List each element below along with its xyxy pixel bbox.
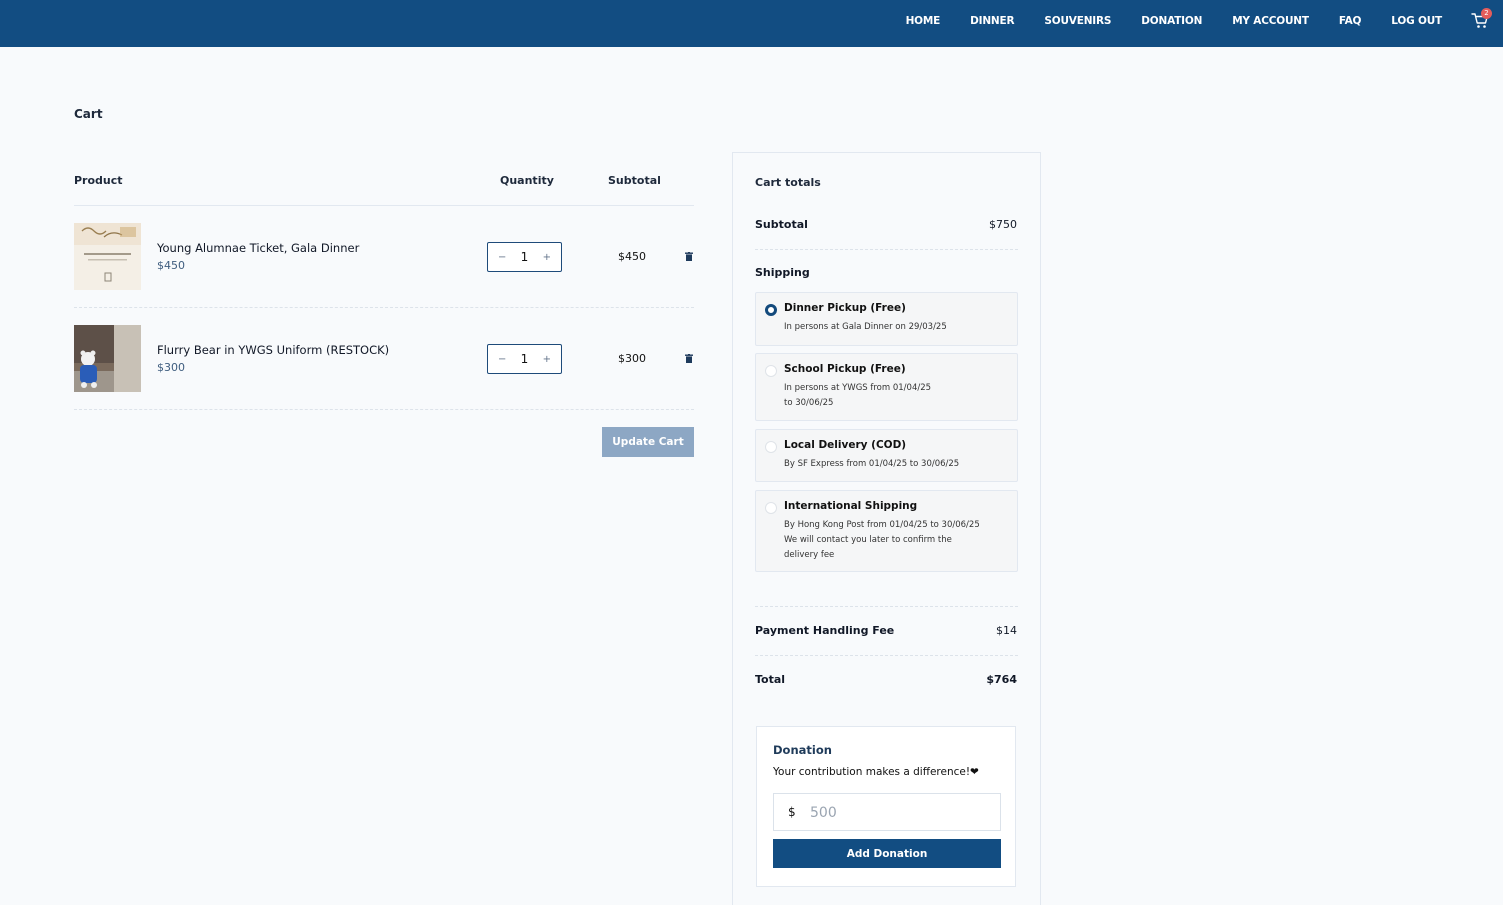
nav-log-out[interactable]: LOG OUT [1391,15,1442,27]
shipping-option-description: By SF Express from 01/04/25 to 30/06/25 [784,459,960,469]
line-subtotal: $450 [618,250,646,263]
nav-home[interactable]: HOME [906,15,941,27]
column-header-quantity: Quantity [500,174,554,187]
radio-button[interactable] [765,502,777,514]
page-title: Cart [74,107,103,121]
shipping-option-dinner-pickup[interactable]: Dinner Pickup (Free) In persons at Gala … [755,292,1018,346]
quantity-decrease-button[interactable]: − [498,354,506,365]
shipping-option-local-delivery[interactable]: Local Delivery (COD) By SF Express from … [755,429,1018,482]
product-thumbnail-gala-ticket[interactable] [74,223,141,290]
payment-fee-value: $14 [996,624,1017,637]
shipping-option-title: International Shipping [784,500,918,512]
currency-symbol: $ [788,805,796,819]
nav-faq[interactable]: FAQ [1339,15,1362,27]
radio-button[interactable] [765,365,777,377]
shipping-option-school-pickup[interactable]: School Pickup (Free) In persons at YWGS … [755,353,1018,421]
donation-amount-input[interactable] [810,801,990,825]
quantity-decrease-button[interactable]: − [498,252,506,263]
trash-icon[interactable] [685,354,693,363]
total-value: $764 [986,673,1017,686]
nav-dinner[interactable]: DINNER [970,15,1014,27]
shipping-option-title: Local Delivery (COD) [784,439,907,451]
quantity-increase-button[interactable]: + [543,252,551,263]
update-cart-button[interactable]: Update Cart [602,427,694,457]
quantity-stepper: − 1 + [487,344,562,374]
trash-icon[interactable] [685,252,693,261]
line-subtotal: $300 [618,352,646,365]
quantity-value[interactable]: 1 [521,352,529,366]
shipping-option-international[interactable]: International Shipping By Hong Kong Post… [755,490,1018,572]
donation-amount-field[interactable]: $ [773,793,1001,831]
donation-subtitle: Your contribution makes a difference!❤ [773,766,979,778]
payment-fee-label: Payment Handling Fee [755,624,895,637]
totals-divider [755,606,1018,607]
subtotal-value: $750 [989,218,1017,231]
radio-button[interactable] [765,441,777,453]
top-navigation-bar: HOME DINNER SOUVENIRS DONATION MY ACCOUN… [0,0,1503,47]
donation-box: Donation Your contribution makes a diffe… [756,726,1016,887]
shipping-label: Shipping [755,266,810,279]
shipping-option-title: Dinner Pickup (Free) [784,302,906,314]
product-thumbnail-flurry-bear[interactable] [74,325,141,392]
add-donation-button[interactable]: Add Donation [773,839,1001,868]
nav-souvenirs[interactable]: SOUVENIRS [1044,15,1111,27]
totals-divider [755,249,1018,250]
subtotal-label: Subtotal [755,218,808,231]
cart-count-badge: 2 [1481,8,1492,19]
shipping-option-description: By Hong Kong Post from 01/04/25 to 30/06… [784,520,980,560]
radio-button[interactable] [765,304,777,316]
product-name[interactable]: Young Alumnae Ticket, Gala Dinner [157,241,359,255]
total-label: Total [755,673,786,686]
quantity-increase-button[interactable]: + [543,354,551,365]
row-divider [74,409,694,410]
product-name[interactable]: Flurry Bear in YWGS Uniform (RESTOCK) [157,343,389,357]
row-divider [74,307,694,308]
product-price: $450 [157,259,185,272]
cart-totals-title: Cart totals [755,176,821,189]
donation-title: Donation [773,743,832,757]
quantity-stepper: − 1 + [487,242,562,272]
product-price: $300 [157,361,185,374]
column-header-product: Product [74,174,123,187]
totals-divider [755,655,1018,656]
nav-my-account[interactable]: MY ACCOUNT [1232,15,1309,27]
shipping-option-title: School Pickup (Free) [784,363,906,375]
table-header-divider [74,205,694,206]
quantity-value[interactable]: 1 [521,250,529,264]
shipping-option-description: In persons at YWGS from 01/04/25 to 30/0… [784,383,932,408]
main-nav: HOME DINNER SOUVENIRS DONATION MY ACCOUN… [876,0,1443,42]
column-header-subtotal: Subtotal [608,174,661,187]
nav-donation[interactable]: DONATION [1141,15,1202,27]
shipping-option-description: In persons at Gala Dinner on 29/03/25 [784,322,947,332]
